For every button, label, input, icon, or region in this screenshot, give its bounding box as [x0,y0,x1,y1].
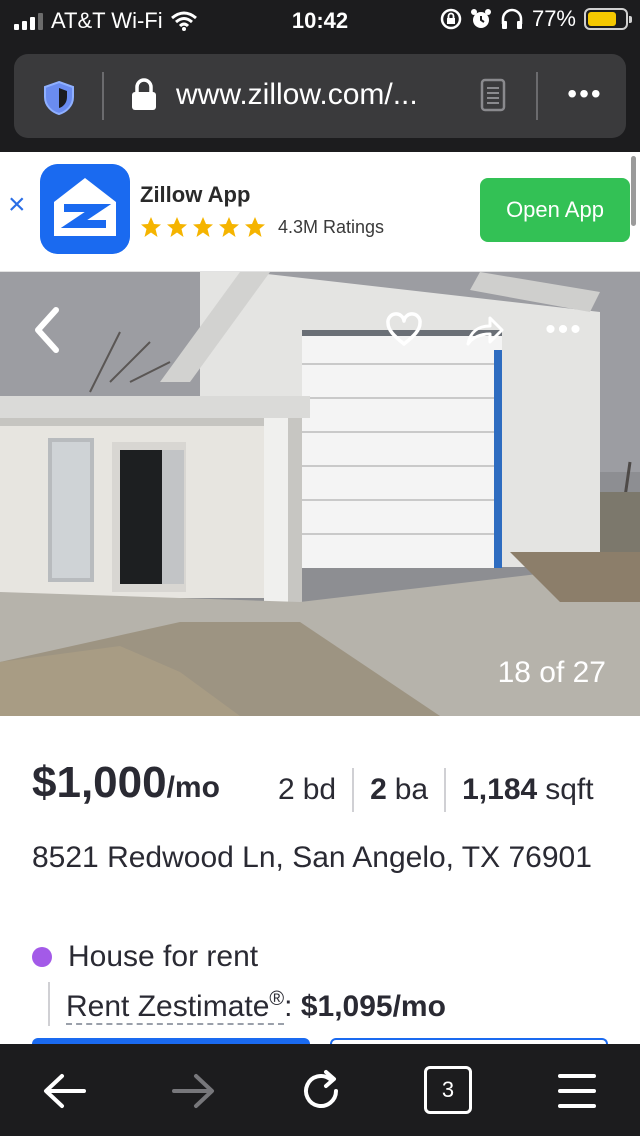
photo-counter: 18 of 27 [497,656,606,689]
reader-mode-icon[interactable] [480,78,506,112]
more-icon[interactable]: ••• [544,312,584,348]
url-bar[interactable]: www.zillow.com/... ••• [14,54,626,138]
baths-unit: ba [394,773,429,806]
share-icon[interactable] [464,310,504,350]
url-divider [102,72,104,120]
orientation-lock-icon [440,8,462,30]
reload-icon[interactable] [296,1066,346,1116]
headphones-icon [501,8,523,29]
sqft-fact: 1,184 sqft [462,773,593,807]
battery-percent: 77% [531,6,576,31]
app-name: Zillow App [140,182,251,207]
home-type: House for rent [32,940,258,974]
price: $1,000 /mo [32,758,220,808]
app-rating: 4.3M Ratings [140,216,384,238]
fact-divider [444,768,447,812]
home-facts: 2 bd 2 ba 1,184 sqft [278,768,594,812]
lock-icon [132,78,156,110]
zestimate-separator: : [284,990,301,1023]
baths-value: 2 [370,773,387,806]
zestimate-mark: ® [269,988,285,1010]
fact-divider [352,768,355,812]
listing-summary: $1,000 /mo 2 bd 2 ba 1,184 sqft 8521 Red… [0,716,640,1052]
star-icon [193,217,213,237]
beds-value: 2 [278,773,295,806]
more-icon[interactable]: ••• [560,72,610,116]
price-value: $1,000 [32,758,167,807]
star-icon [141,217,161,237]
star-icon [245,217,265,237]
baths-fact: 2 ba [370,773,428,807]
scroll-indicator [631,156,636,226]
star-icon [167,217,187,237]
zestimate-divider [48,982,50,1026]
sqft-value: 1,184 [462,773,538,806]
status-dot-icon [32,947,52,967]
status-right: 77% [440,6,632,32]
close-icon[interactable]: × [8,190,34,220]
star-icon [219,217,239,237]
url-text[interactable]: www.zillow.com/... [176,78,418,112]
beds-fact: 2 bd [278,773,336,807]
back-icon[interactable] [28,304,68,356]
battery-icon [584,8,632,30]
home-type-label: House for rent [68,940,259,973]
alarm-icon [470,9,491,28]
zestimate-value: $1,095/mo [300,990,446,1023]
listing-photo[interactable]: ••• 18 of 27 [0,272,640,716]
price-unit: /mo [166,771,220,804]
menu-icon[interactable] [552,1066,602,1116]
forward-arrow-icon[interactable] [168,1066,218,1116]
back-arrow-icon[interactable] [40,1066,90,1116]
heart-icon[interactable] [384,310,424,350]
zillow-logo [40,164,130,254]
open-app-button[interactable]: Open App [480,178,630,242]
battery-level [588,12,616,26]
sqft-unit: sqft [545,773,594,806]
shield-icon[interactable] [42,80,76,116]
status-bar: AT&T Wi-Fi 10:42 77% [0,0,640,40]
beds-unit: bd [302,773,337,806]
zestimate-label[interactable]: Rent Zestimate® [66,988,285,1025]
address: 8521 Redwood Ln, San Angelo, TX 76901 [32,841,592,874]
ratings-count: 4.3M Ratings [278,216,385,237]
url-divider [536,72,538,120]
zestimate-label-text: Rent Zestimate [66,990,270,1023]
browser-toolbar: 3 [0,1044,640,1136]
rent-zestimate: Rent Zestimate®: $1,095/mo [66,988,446,1025]
app-banner: × Zillow App 4.3M Ratings Open App [0,152,640,272]
tabs-icon[interactable]: 3 [424,1066,472,1114]
browser-chrome: AT&T Wi-Fi 10:42 77% www.zillow.com/... … [0,0,640,152]
